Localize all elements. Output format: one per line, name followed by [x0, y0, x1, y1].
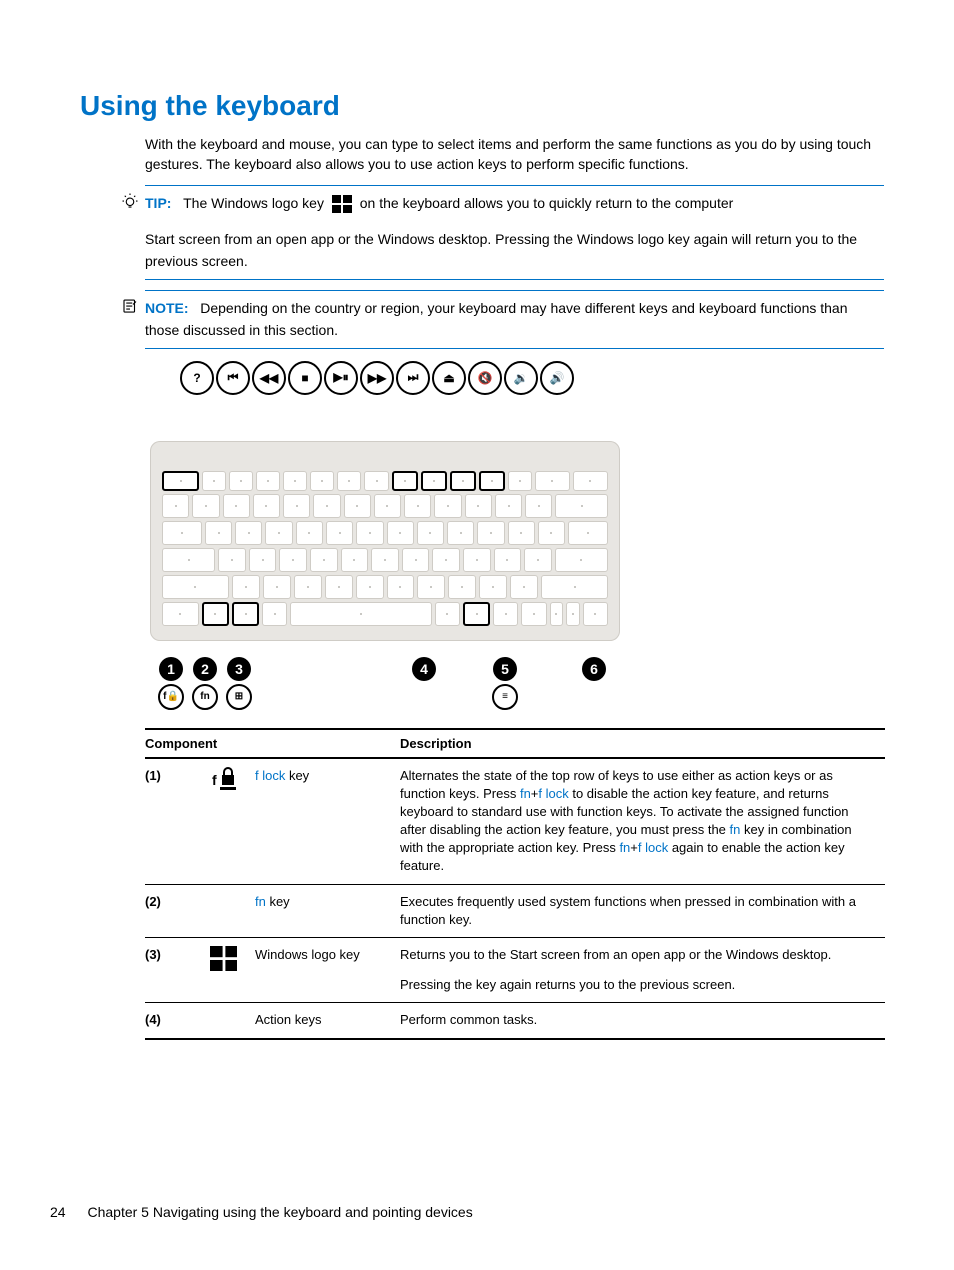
- intro-paragraph: With the keyboard and mouse, you can typ…: [145, 134, 884, 175]
- row-icon-cell: [200, 884, 255, 937]
- table-row: (3) Windows logo keyReturns you to the St…: [145, 938, 885, 1003]
- component-description: Perform common tasks.: [400, 1003, 885, 1039]
- tip-text-mid: on the keyboard allows you to quickly re…: [360, 195, 734, 211]
- action-key-icon: 🔉: [504, 361, 538, 395]
- component-description: Alternates the state of the top row of k…: [400, 758, 885, 885]
- component-description: Returns you to the Start screen from an …: [400, 938, 885, 1003]
- callout-key-icon: fn: [192, 684, 218, 710]
- row-icon-cell: [200, 938, 255, 1003]
- component-name: f lock key: [255, 758, 400, 885]
- action-key-icon: ⏏: [432, 361, 466, 395]
- row-number: (2): [145, 884, 200, 937]
- callout-key-icon: ≡: [492, 684, 518, 710]
- action-key-icon: ?: [180, 361, 214, 395]
- component-name: Action keys: [255, 1003, 400, 1039]
- action-key-icon: ◀◀: [252, 361, 286, 395]
- action-key-icon: 🔇: [468, 361, 502, 395]
- keyboard-figure: ?⏮◀◀■▶⏸▶▶⏭⏏🔇🔉🔊: [150, 361, 670, 710]
- action-key-icon: ⏭: [396, 361, 430, 395]
- note-label: NOTE:: [145, 300, 189, 316]
- tip-label: TIP:: [145, 195, 171, 211]
- tip-text-body2: Start screen from an open app or the Win…: [145, 228, 884, 273]
- callout-number: 3: [227, 657, 251, 681]
- tip-text-pre: The Windows logo key: [183, 195, 324, 211]
- page-footer: 24 Chapter 5 Navigating using the keyboa…: [50, 1204, 473, 1220]
- table-row: (1) f f lock keyAlternates the state of th…: [145, 758, 885, 885]
- row-icon-cell: [200, 1003, 255, 1039]
- page-heading: Using the keyboard: [80, 90, 854, 122]
- row-number: (4): [145, 1003, 200, 1039]
- action-key-icon: ■: [288, 361, 322, 395]
- callout-number: 5: [493, 657, 517, 681]
- table-row: (4) Action keysPerform common tasks.: [145, 1003, 885, 1039]
- action-key-icon: ▶⏸: [324, 361, 358, 395]
- lightbulb-icon: [121, 192, 139, 210]
- chapter-title: Chapter 5 Navigating using the keyboard …: [87, 1204, 472, 1220]
- callout-number: 1: [159, 657, 183, 681]
- note-icon: [121, 297, 139, 315]
- action-key-icon: ⏮: [216, 361, 250, 395]
- note-callout: NOTE: Depending on the country or region…: [145, 290, 884, 349]
- callout-key-icon: f🔒: [158, 684, 184, 710]
- svg-text:f: f: [212, 772, 217, 788]
- callout-number: 4: [412, 657, 436, 681]
- action-key-icon: ▶▶: [360, 361, 394, 395]
- row-number: (3): [145, 938, 200, 1003]
- th-description: Description: [400, 729, 885, 758]
- component-description: Executes frequently used system function…: [400, 884, 885, 937]
- callout-number: 2: [193, 657, 217, 681]
- row-number: (1): [145, 758, 200, 885]
- flock-icon: f: [210, 767, 238, 791]
- windows-logo-icon: [332, 195, 352, 213]
- component-table: Component Description (1) f f lock keyAlte…: [145, 728, 885, 1040]
- callout-key-icon: ⊞: [226, 684, 252, 710]
- callout-number: 6: [582, 657, 606, 681]
- windows-logo-icon: [210, 946, 238, 970]
- page-number: 24: [50, 1204, 66, 1220]
- tip-callout: TIP: The Windows logo key on the keyboar…: [145, 185, 884, 280]
- th-component: Component: [145, 729, 400, 758]
- note-text: Depending on the country or region, your…: [145, 300, 848, 338]
- keyboard-illustration: [150, 441, 620, 641]
- table-row: (2) fn keyExecutes frequently used system…: [145, 884, 885, 937]
- row-icon-cell: f: [200, 758, 255, 885]
- component-name: fn key: [255, 884, 400, 937]
- component-name: Windows logo key: [255, 938, 400, 1003]
- action-key-icon: 🔊: [540, 361, 574, 395]
